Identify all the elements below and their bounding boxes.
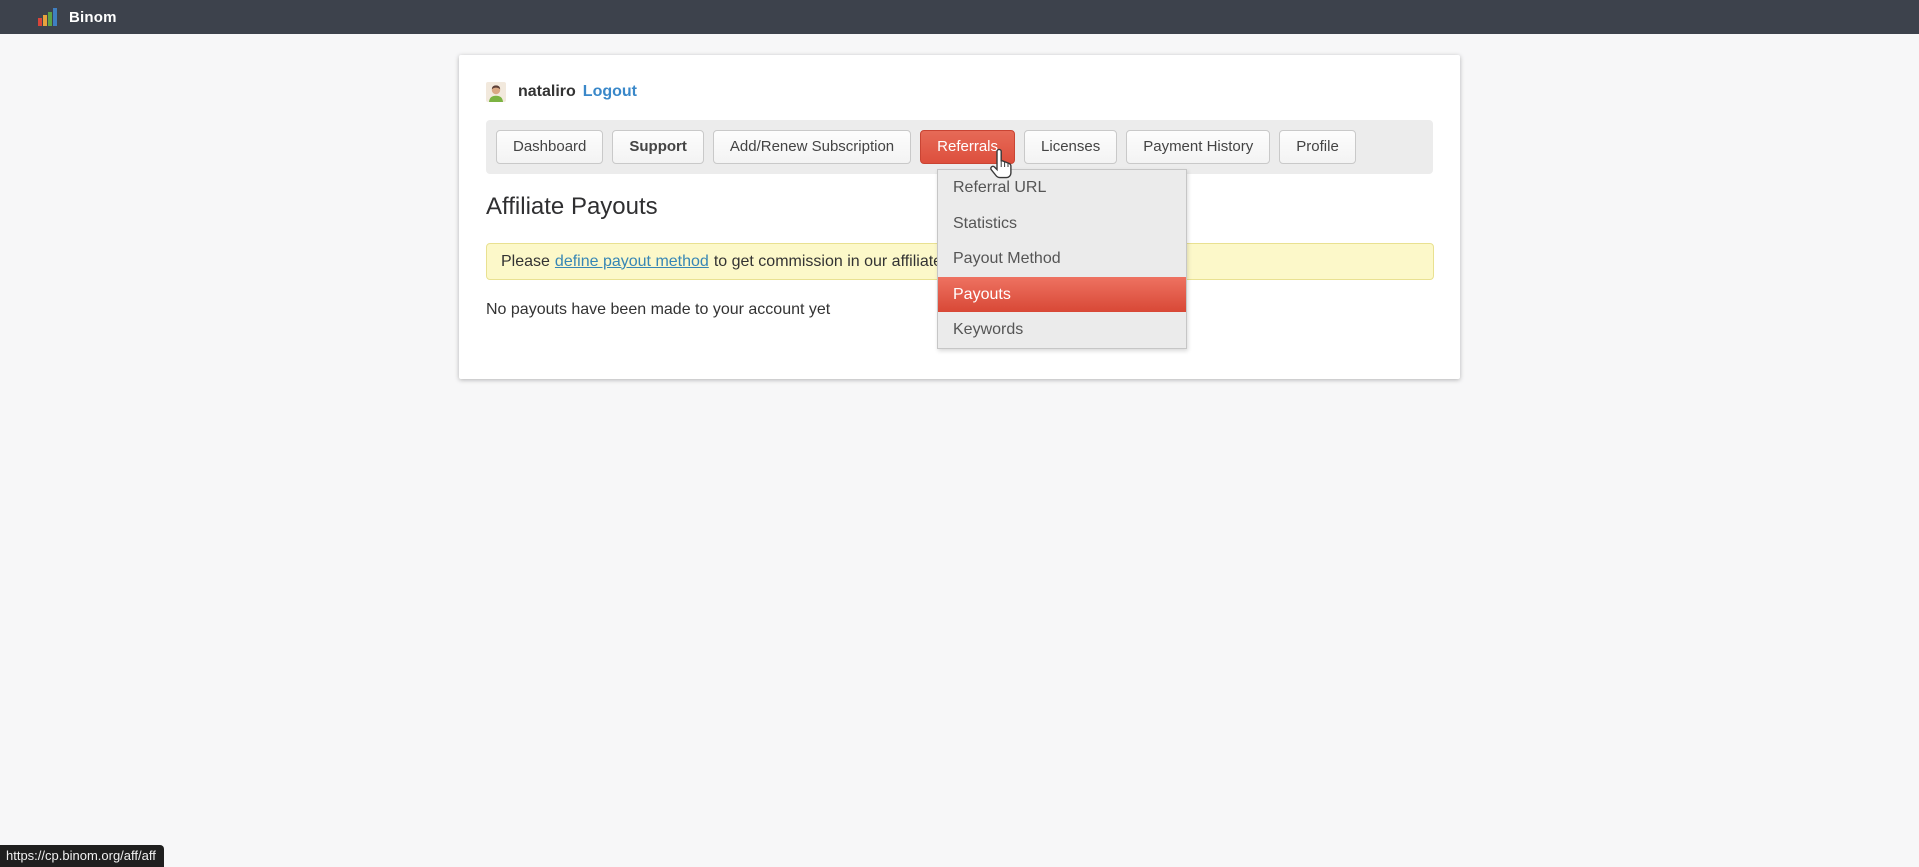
user-row: nataliro Logout: [486, 82, 1433, 102]
nav-tab-profile[interactable]: Profile: [1279, 130, 1356, 164]
referrals-dropdown-menu: Referral URL Statistics Payout Method Pa…: [937, 169, 1187, 349]
nav-tab-referrals[interactable]: Referrals: [920, 130, 1015, 164]
menu-item-statistics[interactable]: Statistics: [938, 206, 1186, 242]
nav-tab-payment-history[interactable]: Payment History: [1126, 130, 1270, 164]
bar-chart-icon: [38, 8, 60, 26]
user-avatar: [486, 82, 506, 102]
menu-item-payouts[interactable]: Payouts: [938, 277, 1186, 313]
top-bar: Binom: [0, 0, 1919, 34]
nav-tab-dashboard[interactable]: Dashboard: [496, 130, 603, 164]
menu-item-payout-method[interactable]: Payout Method: [938, 241, 1186, 277]
brand-title[interactable]: Binom: [69, 9, 117, 26]
username-label: nataliro: [518, 83, 576, 101]
logout-link[interactable]: Logout: [583, 83, 637, 101]
status-url-tooltip: https://cp.binom.org/aff/aff: [0, 845, 164, 867]
main-nav: Dashboard Support Add/Renew Subscription…: [486, 120, 1433, 174]
menu-item-keywords[interactable]: Keywords: [938, 312, 1186, 348]
define-payout-method-link[interactable]: define payout method: [555, 253, 709, 271]
nav-tab-support[interactable]: Support: [612, 130, 704, 164]
notice-text-prefix: Please: [501, 253, 550, 271]
menu-item-referral-url[interactable]: Referral URL: [938, 170, 1186, 206]
nav-tab-licenses[interactable]: Licenses: [1024, 130, 1117, 164]
nav-tab-add-renew-subscription[interactable]: Add/Renew Subscription: [713, 130, 911, 164]
